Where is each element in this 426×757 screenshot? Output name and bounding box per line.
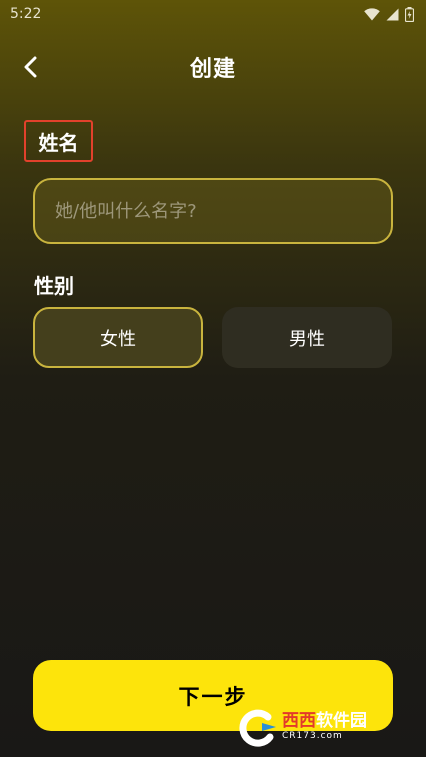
- page-title: 创建: [189, 57, 236, 82]
- wifi-icon: [364, 7, 380, 20]
- status-time: 5:22: [10, 6, 42, 22]
- chevron-left-icon: [24, 56, 37, 78]
- name-label-text: 姓名: [38, 130, 79, 155]
- gender-option-label: 男性: [289, 328, 325, 350]
- gender-option-female[interactable]: 女性: [33, 307, 203, 368]
- watermark: 西西软件园 CR173.com: [234, 705, 410, 749]
- back-button[interactable]: [14, 50, 48, 84]
- cr-swirl-logo-icon: [239, 709, 276, 747]
- gender-label: 性别: [34, 274, 74, 298]
- watermark-title-white: 软件园: [316, 711, 367, 731]
- gender-option-male[interactable]: 男性: [222, 307, 392, 368]
- name-input[interactable]: [33, 178, 393, 244]
- header: 创建: [0, 44, 426, 90]
- watermark-title: 西西软件园: [282, 713, 367, 730]
- watermark-text: 西西软件园 CR173.com: [282, 713, 367, 741]
- battery-icon: [405, 6, 414, 22]
- name-label: 姓名: [24, 120, 93, 162]
- watermark-subtitle: CR173.com: [282, 731, 343, 741]
- watermark-title-red: 西西: [282, 711, 316, 731]
- gender-option-label: 女性: [100, 328, 136, 350]
- signal-icon: [386, 8, 399, 20]
- status-icons: [364, 6, 414, 22]
- status-bar: 5:22: [0, 0, 426, 28]
